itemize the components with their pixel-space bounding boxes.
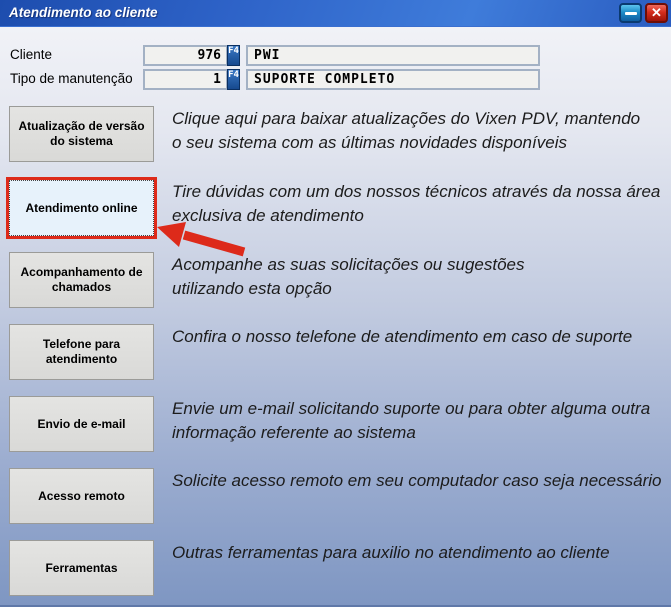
minimize-button[interactable]	[619, 3, 642, 23]
close-button[interactable]: ✕	[645, 3, 668, 23]
acompanhamento-chamados-description: Acompanhe as suas solicitações ou sugest…	[172, 253, 671, 301]
title-bar: Atendimento ao cliente ✕	[0, 0, 671, 27]
dialog-content: Cliente 976 F4 PWI Tipo de manutenção 1 …	[0, 27, 671, 607]
ferramentas-button[interactable]: Ferramentas	[9, 540, 154, 596]
acesso-remoto-description: Solicite acesso remoto em seu computador…	[172, 469, 671, 493]
cliente-f4-lookup-button[interactable]: F4	[227, 45, 240, 66]
atualizacao-versao-button[interactable]: Atualização de versão do sistema	[9, 106, 154, 162]
cliente-label: Cliente	[10, 47, 52, 62]
dialog-atendimento-ao-cliente: Atendimento ao cliente ✕ Cliente 976 F4 …	[0, 0, 671, 607]
atendimento-online-description: Tire dúvidas com um dos nossos técnicos …	[172, 180, 671, 228]
atendimento-online-button[interactable]: Atendimento online	[9, 180, 154, 236]
telefone-atendimento-description: Confira o nosso telefone de atendimento …	[172, 325, 671, 349]
minimize-icon	[625, 12, 637, 15]
cliente-code-input[interactable]: 976	[143, 45, 228, 66]
envio-email-description: Envie um e-mail solicitando suporte ou p…	[172, 397, 671, 445]
envio-email-button[interactable]: Envio de e-mail	[9, 396, 154, 452]
tipo-manutencao-name-input[interactable]: SUPORTE COMPLETO	[246, 69, 540, 90]
cliente-name-input[interactable]: PWI	[246, 45, 540, 66]
close-icon: ✕	[651, 5, 662, 21]
window-title: Atendimento ao cliente	[9, 5, 158, 20]
acesso-remoto-button[interactable]: Acesso remoto	[9, 468, 154, 524]
tipo-manutencao-f4-lookup-button[interactable]: F4	[227, 69, 240, 90]
ferramentas-description: Outras ferramentas para auxilio no atend…	[172, 541, 671, 565]
tipo-manutencao-label: Tipo de manutenção	[10, 71, 133, 86]
tipo-manutencao-code-input[interactable]: 1	[143, 69, 228, 90]
acompanhamento-chamados-button[interactable]: Acompanhamento de chamados	[9, 252, 154, 308]
atualizacao-versao-description: Clique aqui para baixar atualizações do …	[172, 107, 671, 155]
telefone-atendimento-button[interactable]: Telefone para atendimento	[9, 324, 154, 380]
